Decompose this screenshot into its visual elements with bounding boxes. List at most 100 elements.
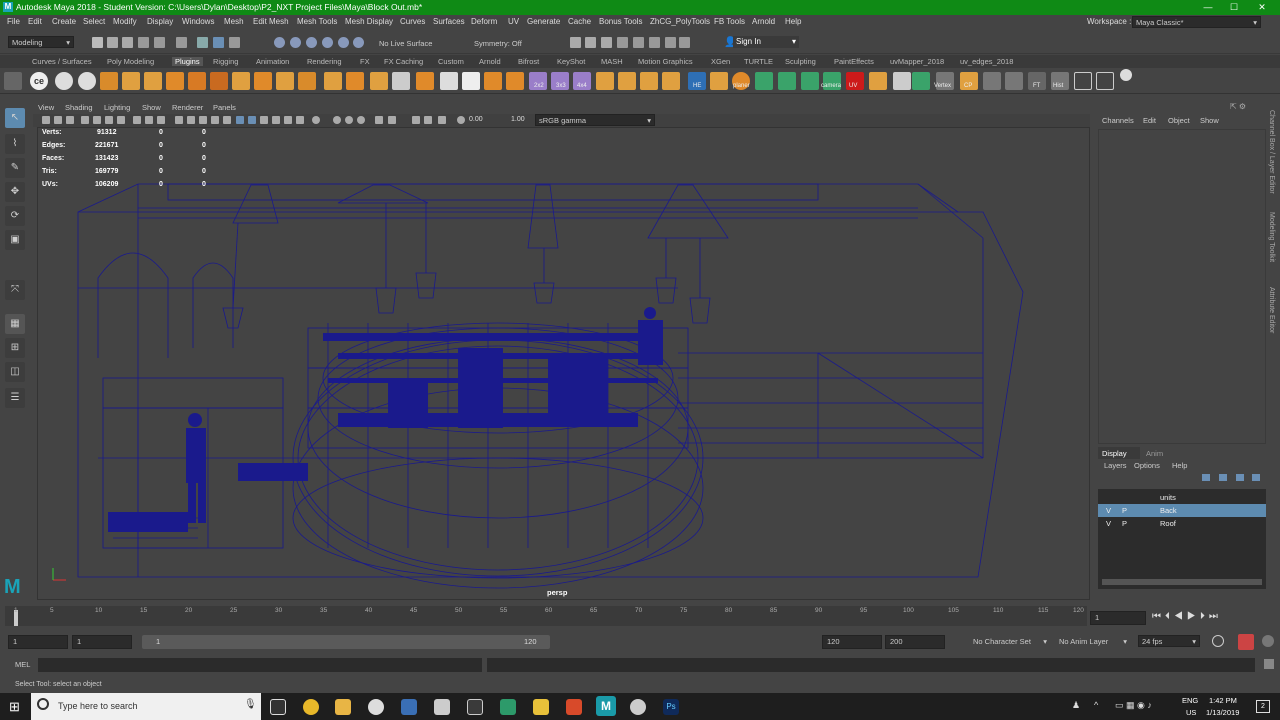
exposure-value[interactable]: 0.00 (469, 116, 483, 123)
script-editor-icon[interactable] (1264, 659, 1274, 669)
menu-select[interactable]: Select (83, 17, 105, 26)
tray-person-icon[interactable]: ♟ (1072, 700, 1080, 711)
exposure-icon[interactable] (424, 116, 432, 124)
select-component-icon[interactable] (229, 37, 240, 48)
plugin-tool-21-icon[interactable] (662, 72, 680, 90)
uv-tool-icon[interactable] (869, 72, 887, 90)
image-plane-icon[interactable] (66, 116, 74, 124)
wireframe-icon[interactable] (187, 116, 195, 124)
snap-grid-icon[interactable] (274, 37, 285, 48)
arnold-render-icon[interactable] (649, 37, 660, 48)
plugin-tool-4-icon[interactable] (166, 72, 184, 90)
save-scene-icon[interactable] (122, 37, 133, 48)
menu-generate[interactable]: Generate (527, 17, 560, 26)
circle-tool-icon[interactable] (55, 72, 73, 90)
grid-icon[interactable] (1074, 72, 1092, 90)
grid-alt-icon[interactable] (1096, 72, 1114, 90)
close-button[interactable]: ✕ (1250, 1, 1274, 14)
mel-label[interactable]: MEL (15, 660, 30, 669)
panel-float-icons[interactable]: ⇱ ⚙ (1230, 102, 1246, 111)
exposure-knob-icon[interactable] (457, 116, 465, 124)
shelf-tab-turtle[interactable]: TURTLE (744, 57, 773, 66)
play-render-icon[interactable] (665, 37, 676, 48)
gamma-icon[interactable] (438, 116, 446, 124)
settings-icon[interactable] (1120, 69, 1132, 81)
checker-icon[interactable] (462, 72, 480, 90)
two-view-icon[interactable]: ◫ (5, 362, 25, 382)
shelf-tab-curves-surfaces[interactable]: Curves / Surfaces (32, 57, 92, 66)
tab-display[interactable]: Display (1098, 447, 1140, 459)
minimize-button[interactable]: — (1196, 1, 1220, 14)
shelf-tab-poly-modeling[interactable]: Poly Modeling (107, 57, 154, 66)
taskbar-search[interactable]: Type here to search 🎙 (31, 693, 261, 720)
snap-plane-icon[interactable] (322, 37, 333, 48)
plugin-tool-9-icon[interactable] (276, 72, 294, 90)
shelf-tab-rigging[interactable]: Rigging (213, 57, 238, 66)
sign-in-button[interactable]: Sign In (733, 36, 799, 48)
tray-date[interactable]: 1/13/2019 (1206, 708, 1239, 717)
panel-menu-show[interactable]: Show (142, 103, 161, 112)
resolution-gate-icon[interactable] (105, 116, 113, 124)
menu-curves[interactable]: Curves (400, 17, 425, 26)
menu-zhcg-polytools[interactable]: ZhCG_PolyTools (650, 17, 710, 26)
grid-toggle-icon[interactable] (175, 116, 183, 124)
aa-icon[interactable] (284, 116, 292, 124)
layer-scrollbar[interactable] (1102, 579, 1262, 585)
symmetry-label[interactable]: Symmetry: Off (474, 39, 522, 48)
safe-title-icon[interactable] (157, 116, 165, 124)
move-layer-up-icon[interactable] (1202, 474, 1210, 481)
dof-icon[interactable] (296, 116, 304, 124)
tray-time[interactable]: 1:42 PM (1209, 696, 1237, 705)
character-set-dropdown[interactable]: No Character Set (970, 636, 1050, 648)
layer-row-roof[interactable]: V P Roof (1098, 517, 1266, 530)
smooth-shade-icon[interactable] (199, 116, 207, 124)
menu-mesh-tools[interactable]: Mesh Tools (297, 17, 337, 26)
render-view-icon[interactable] (633, 37, 644, 48)
vtab-attribute-editor[interactable]: Attribute Editor (1268, 287, 1275, 333)
shelf-tab-uvmapper[interactable]: uvMapper_2018 (890, 57, 944, 66)
pause-render-icon[interactable] (679, 37, 690, 48)
menu-deform[interactable]: Deform (471, 17, 497, 26)
plugin-tool-17-icon[interactable] (506, 72, 524, 90)
anim-prefs-icon[interactable] (1262, 635, 1274, 647)
plugin-tool-28-icon[interactable] (1005, 72, 1023, 90)
undo-icon[interactable] (138, 37, 149, 48)
menu-arnold[interactable]: Arnold (752, 17, 775, 26)
channel-menu-show[interactable]: Show (1200, 116, 1219, 125)
plugin-tool-16-icon[interactable] (484, 72, 502, 90)
menu-surfaces[interactable]: Surfaces (433, 17, 465, 26)
menu-modify[interactable]: Modify (113, 17, 137, 26)
panel-menu-view[interactable]: View (38, 103, 54, 112)
camera-attr-icon[interactable] (42, 116, 50, 124)
chrome-icon[interactable] (303, 699, 319, 715)
shelf-tab-uv-edges[interactable]: uv_edges_2018 (960, 57, 1013, 66)
wireframe-on-shaded-icon[interactable] (223, 116, 231, 124)
panel-menu-shading[interactable]: Shading (65, 103, 93, 112)
viewport-persp[interactable] (37, 127, 1090, 600)
tray-region[interactable]: US (1186, 708, 1196, 717)
tab-anim[interactable]: Anim (1146, 449, 1163, 458)
shelf-tab-arnold[interactable]: Arnold (479, 57, 501, 66)
menu-mesh[interactable]: Mesh (224, 17, 244, 26)
playback-controls[interactable]: ⏮⏴◀▶⏵⏭ (1152, 611, 1222, 622)
play-start-field[interactable]: 1 (72, 635, 132, 649)
move-layer-down-icon[interactable] (1219, 474, 1227, 481)
photoshop-icon[interactable]: Ps (663, 699, 679, 715)
ce-icon[interactable]: ce (30, 72, 48, 90)
plugin-tool-26-icon[interactable] (912, 72, 930, 90)
menu-fb-tools[interactable]: FB Tools (714, 17, 745, 26)
plugin-tool-11-icon[interactable] (324, 72, 342, 90)
app-icon-9[interactable] (566, 699, 582, 715)
snap-point-icon[interactable] (306, 37, 317, 48)
plugin-tool-14-icon[interactable] (416, 72, 434, 90)
plugin-tool-24-icon[interactable] (778, 72, 796, 90)
layer-row-units[interactable]: units (1098, 491, 1266, 504)
shelf-tab-animation[interactable]: Animation (256, 57, 289, 66)
layer-menu-options[interactable]: Options (1134, 461, 1160, 470)
tray-icons[interactable]: ▭ ▦ ◉ ♪ (1115, 700, 1152, 711)
colorspace-dropdown[interactable]: sRGB gamma (535, 114, 655, 126)
plugin-tool-27-icon[interactable] (983, 72, 1001, 90)
plugin-tool-7-icon[interactable] (232, 72, 250, 90)
shadows-icon[interactable] (260, 116, 268, 124)
menu-file[interactable]: File (7, 17, 20, 26)
